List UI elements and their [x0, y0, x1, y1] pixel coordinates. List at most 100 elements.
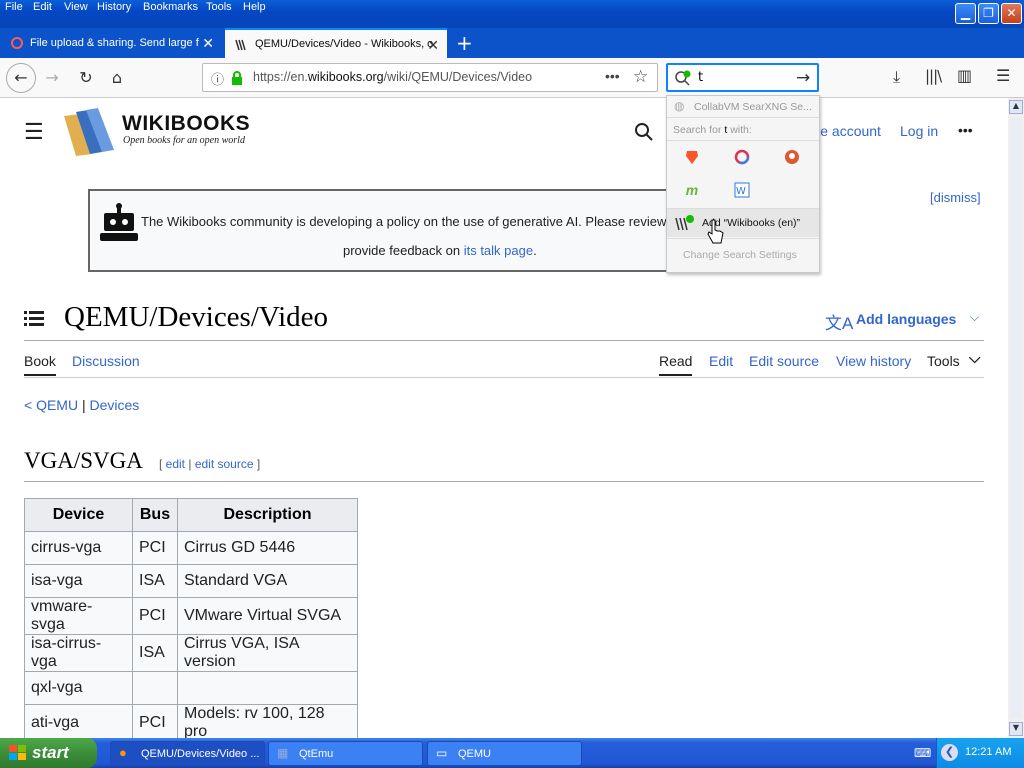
tools-chevron-icon[interactable]: ⌵: [969, 350, 980, 367]
dismiss-link[interactable]: [dismiss]: [930, 190, 981, 205]
section-edit-source-link[interactable]: edit source: [195, 457, 254, 471]
menu-help[interactable]: Help: [243, 1, 266, 13]
scroll-track[interactable]: [1010, 118, 1022, 718]
wikibooks-logo-icon[interactable]: [62, 106, 118, 158]
scroll-up-icon[interactable]: ▲: [1009, 100, 1023, 114]
firefox-icon: ●: [119, 745, 127, 760]
table-cell: PCI: [132, 597, 178, 635]
change-search-settings-button[interactable]: Change Search Settings: [683, 249, 797, 261]
tabs-divider: [24, 377, 984, 378]
wikibooks-engine-icon[interactable]: W: [717, 174, 767, 206]
tray-expand-icon[interactable]: ❮: [941, 744, 958, 761]
taskbar-item-qtemu[interactable]: ▦ QtEmu: [268, 741, 423, 766]
add-wikibooks-icon: [675, 215, 694, 231]
menu-file[interactable]: File: [5, 1, 23, 13]
minimize-button[interactable]: ▁: [955, 3, 976, 24]
table-header-row: Device Bus Description: [24, 498, 358, 532]
table-cell: ISA: [132, 634, 178, 672]
page-actions-icon[interactable]: •••: [605, 68, 620, 84]
table-row: isa-cirrus-vga ISA Cirrus VGA, ISA version: [24, 634, 358, 672]
log-in-link[interactable]: Log in: [900, 123, 938, 139]
notice-line1: The Wikibooks community is developing a …: [141, 214, 667, 229]
info-icon[interactable]: ⓘ: [211, 69, 224, 88]
home-button[interactable]: ⌂: [105, 66, 129, 90]
url-bar[interactable]: ⓘ https://en.wikibooks.org/wiki/QEMU/Dev…: [202, 63, 658, 92]
url-text: https://en.wikibooks.org/wiki/QEMU/Devic…: [253, 70, 532, 84]
nav-toolbar: ← → ↻ ⌂ ⓘ https://en.wikibooks.org/wiki/…: [0, 58, 1024, 98]
breadcrumb-separator: |: [78, 397, 90, 413]
toc-icon[interactable]: [24, 310, 44, 328]
close-tab-icon[interactable]: ✕: [202, 35, 214, 52]
scroll-down-icon[interactable]: ▼: [1009, 722, 1023, 736]
start-button[interactable]: start: [0, 738, 97, 768]
system-tray: ❮ 12:21 AM: [936, 738, 1024, 768]
start-label: start: [32, 743, 69, 762]
bookmark-star-icon[interactable]: ☆: [633, 67, 648, 87]
tab-bar: File upload & sharing. Send large f ✕ QE…: [0, 28, 1024, 58]
screen: File Edit View History Bookmarks Tools H…: [0, 0, 1024, 768]
tab-tools[interactable]: Tools: [927, 353, 960, 369]
windows-logo-icon: [9, 745, 26, 760]
forward-button[interactable]: →: [40, 66, 64, 90]
restore-button[interactable]: ❐: [978, 3, 999, 24]
table-cell: qxl-vga: [24, 671, 133, 705]
hamburger-menu-icon[interactable]: ☰: [996, 66, 1010, 85]
taskbar-item-qemu[interactable]: ▭ QEMU: [427, 741, 582, 766]
keyboard-icon[interactable]: ⌨: [914, 746, 931, 760]
library-icon[interactable]: |||\: [925, 67, 942, 85]
section-edit-links: [ edit | edit source ]: [159, 457, 261, 471]
tab-book[interactable]: Book: [24, 353, 56, 376]
vertical-scrollbar[interactable]: ▲ ▼: [1008, 98, 1024, 738]
table-cell: Cirrus GD 5446: [177, 531, 358, 565]
menu-bookmarks[interactable]: Bookmarks: [143, 1, 198, 13]
clock[interactable]: 12:21 AM: [965, 746, 1011, 758]
divider: [667, 238, 819, 239]
menu-tools[interactable]: Tools: [206, 1, 232, 13]
breadcrumb-qemu-link[interactable]: QEMU: [36, 397, 78, 413]
brave-engine-icon[interactable]: [667, 141, 717, 173]
taskbar-item-firefox[interactable]: ● QEMU/Devices/Video ...: [110, 741, 265, 766]
qemu-window-icon: ▭: [436, 746, 448, 760]
section-divider: [24, 481, 984, 482]
menu-view[interactable]: View: [64, 1, 88, 13]
tab-read[interactable]: Read: [659, 353, 693, 376]
mojeek-engine-icon[interactable]: m: [667, 174, 717, 206]
new-tab-icon[interactable]: +: [456, 31, 473, 55]
table-cell: Models: rv 100, 128 pro: [177, 704, 358, 738]
reload-button[interactable]: ↻: [74, 66, 98, 90]
add-languages-button[interactable]: Add languages: [856, 311, 956, 327]
tab-edit[interactable]: Edit: [709, 353, 733, 369]
back-button[interactable]: ←: [6, 63, 36, 93]
tab-qemu-video[interactable]: QEMU/Devices/Video - Wikibooks, o ✕: [225, 28, 447, 58]
translate-icon[interactable]: 文A: [825, 309, 853, 334]
search-icon[interactable]: [634, 122, 654, 142]
talk-page-link[interactable]: its talk page: [464, 243, 533, 258]
breadcrumb-prefix: <: [24, 397, 37, 413]
tab-edit-source[interactable]: Edit source: [749, 353, 819, 369]
main-menu-icon[interactable]: ☰: [24, 119, 44, 145]
more-options-icon[interactable]: •••: [958, 122, 973, 138]
search-for-suffix: with:: [727, 124, 752, 136]
qwant-engine-icon[interactable]: [717, 141, 767, 173]
search-go-icon[interactable]: →: [796, 68, 810, 88]
section-edit-link[interactable]: edit: [166, 457, 185, 471]
url-domain: wikibooks.org: [307, 70, 384, 84]
tab-view-history[interactable]: View history: [836, 353, 911, 369]
duckduckgo-engine-icon[interactable]: [767, 141, 817, 173]
site-logo-name[interactable]: WIKIBOOKS: [122, 112, 250, 136]
add-engine-item[interactable]: Add “Wikibooks (en)”: [667, 209, 819, 237]
table-row: ati-vga PCI Models: rv 100, 128 pro: [24, 704, 358, 738]
menu-edit[interactable]: Edit: [33, 1, 52, 13]
tab-file-upload[interactable]: File upload & sharing. Send large f ✕: [0, 28, 222, 58]
upload-site-icon: [11, 37, 23, 49]
close-tab-icon[interactable]: ✕: [427, 37, 439, 54]
search-bar[interactable]: t →: [666, 63, 819, 92]
tab-discussion[interactable]: Discussion: [72, 353, 140, 369]
current-engine-row[interactable]: ◍ CollabVM SearXNG Se...: [667, 96, 819, 118]
downloads-icon[interactable]: ⤓: [893, 67, 900, 87]
breadcrumb-devices-link[interactable]: Devices: [90, 397, 140, 413]
close-window-button[interactable]: ✕: [1001, 3, 1022, 24]
menu-history[interactable]: History: [97, 1, 131, 13]
svg-text:W: W: [736, 186, 746, 197]
sidebar-icon[interactable]: ▥: [957, 66, 972, 85]
